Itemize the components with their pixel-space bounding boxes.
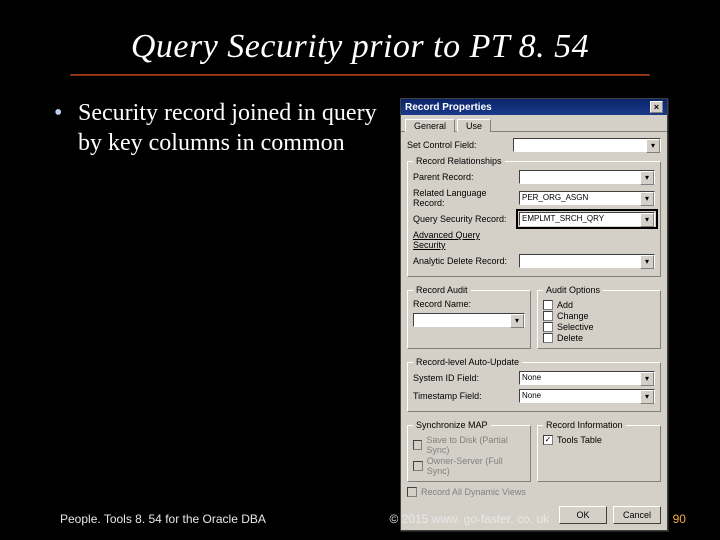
timestamp-select[interactable]: None	[519, 389, 655, 403]
sync-server-checkbox: Owner-Server (Full Sync)	[413, 456, 525, 476]
tab-use[interactable]: Use	[457, 119, 491, 132]
audit-selective-checkbox[interactable]: Selective	[543, 322, 655, 332]
advanced-query-security-link[interactable]: Advanced Query Security	[413, 230, 515, 250]
content-area: Security record joined in query by key c…	[0, 76, 720, 531]
tab-general[interactable]: General	[405, 119, 455, 132]
record-info-group: Record Information ✓Tools Table	[537, 420, 661, 482]
query-security-label: Query Security Record:	[413, 214, 515, 224]
footer-center: © 2015 www. go-faster. co. uk	[389, 512, 549, 526]
parent-record-select[interactable]	[519, 170, 655, 184]
dialog-tabs: General Use	[401, 115, 667, 132]
related-lang-select[interactable]: PER_ORG_ASGN	[519, 191, 655, 205]
set-control-field-row: Set Control Field:	[407, 138, 661, 152]
page-number: 90	[673, 512, 686, 526]
analytic-delete-select[interactable]	[519, 254, 655, 268]
audit-options-legend: Audit Options	[543, 285, 603, 295]
set-control-field-label: Set Control Field:	[407, 140, 509, 150]
auto-update-group: Record-level Auto-Update System ID Field…	[407, 357, 661, 412]
sync-map-group: Synchronize MAP Save to Disk (Partial Sy…	[407, 420, 531, 482]
audit-change-checkbox[interactable]: Change	[543, 311, 655, 321]
system-id-select[interactable]: None	[519, 371, 655, 385]
audit-add-checkbox[interactable]: Add	[543, 300, 655, 310]
record-audit-group: Record Audit Record Name:	[407, 285, 531, 349]
analytic-delete-label: Analytic Delete Record:	[413, 256, 515, 266]
dialog-titlebar: Record Properties ×	[401, 99, 667, 115]
system-id-label: System ID Field:	[413, 373, 515, 383]
audit-options-group: Audit Options Add Change Selective Delet…	[537, 285, 661, 349]
sync-disk-checkbox: Save to Disk (Partial Sync)	[413, 435, 525, 455]
slide-footer: People. Tools 8. 54 for the Oracle DBA ©…	[0, 512, 720, 526]
close-icon[interactable]: ×	[650, 101, 663, 113]
timestamp-label: Timestamp Field:	[413, 391, 515, 401]
tools-table-checkbox[interactable]: ✓Tools Table	[543, 435, 655, 445]
slide-title: Query Security prior to PT 8. 54	[0, 0, 720, 66]
sync-map-legend: Synchronize MAP	[413, 420, 491, 430]
set-control-field-select[interactable]	[513, 138, 661, 152]
bullet-item: Security record joined in query by key c…	[50, 98, 390, 158]
record-properties-dialog: Record Properties × General Use Set Cont…	[400, 98, 668, 531]
bullet-list: Security record joined in query by key c…	[50, 98, 390, 531]
audit-record-name-label: Record Name:	[413, 299, 473, 309]
record-relationships-group: Record Relationships Parent Record: Rela…	[407, 156, 661, 277]
record-info-legend: Record Information	[543, 420, 626, 430]
related-lang-label: Related Language Record:	[413, 188, 515, 208]
footer-left: People. Tools 8. 54 for the Oracle DBA	[60, 512, 266, 526]
audit-record-name-select[interactable]	[413, 313, 525, 327]
persist-dynamic-views-checkbox: Record All Dynamic Views	[407, 487, 661, 497]
auto-update-legend: Record-level Auto-Update	[413, 357, 522, 367]
parent-record-label: Parent Record:	[413, 172, 515, 182]
dialog-panel: Set Control Field: Record Relationships …	[401, 132, 667, 502]
query-security-select[interactable]: EMPLMT_SRCH_QRY	[519, 212, 655, 226]
audit-delete-checkbox[interactable]: Delete	[543, 333, 655, 343]
record-relationships-legend: Record Relationships	[413, 156, 505, 166]
record-audit-legend: Record Audit	[413, 285, 471, 295]
dialog-title: Record Properties	[405, 102, 492, 113]
